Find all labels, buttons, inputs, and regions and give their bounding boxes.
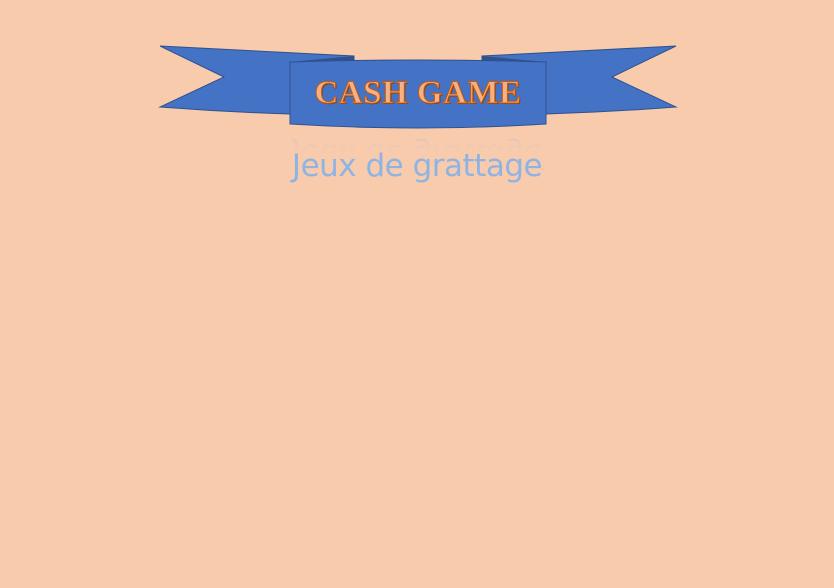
banner-title: CASH GAME	[314, 74, 522, 111]
subtitle-text: Jeux de grattage	[291, 148, 543, 184]
subtitle-container: Jeux de grattage Jeux de grattage	[0, 137, 834, 185]
subtitle: Jeux de grattage Jeux de grattage	[291, 137, 543, 185]
